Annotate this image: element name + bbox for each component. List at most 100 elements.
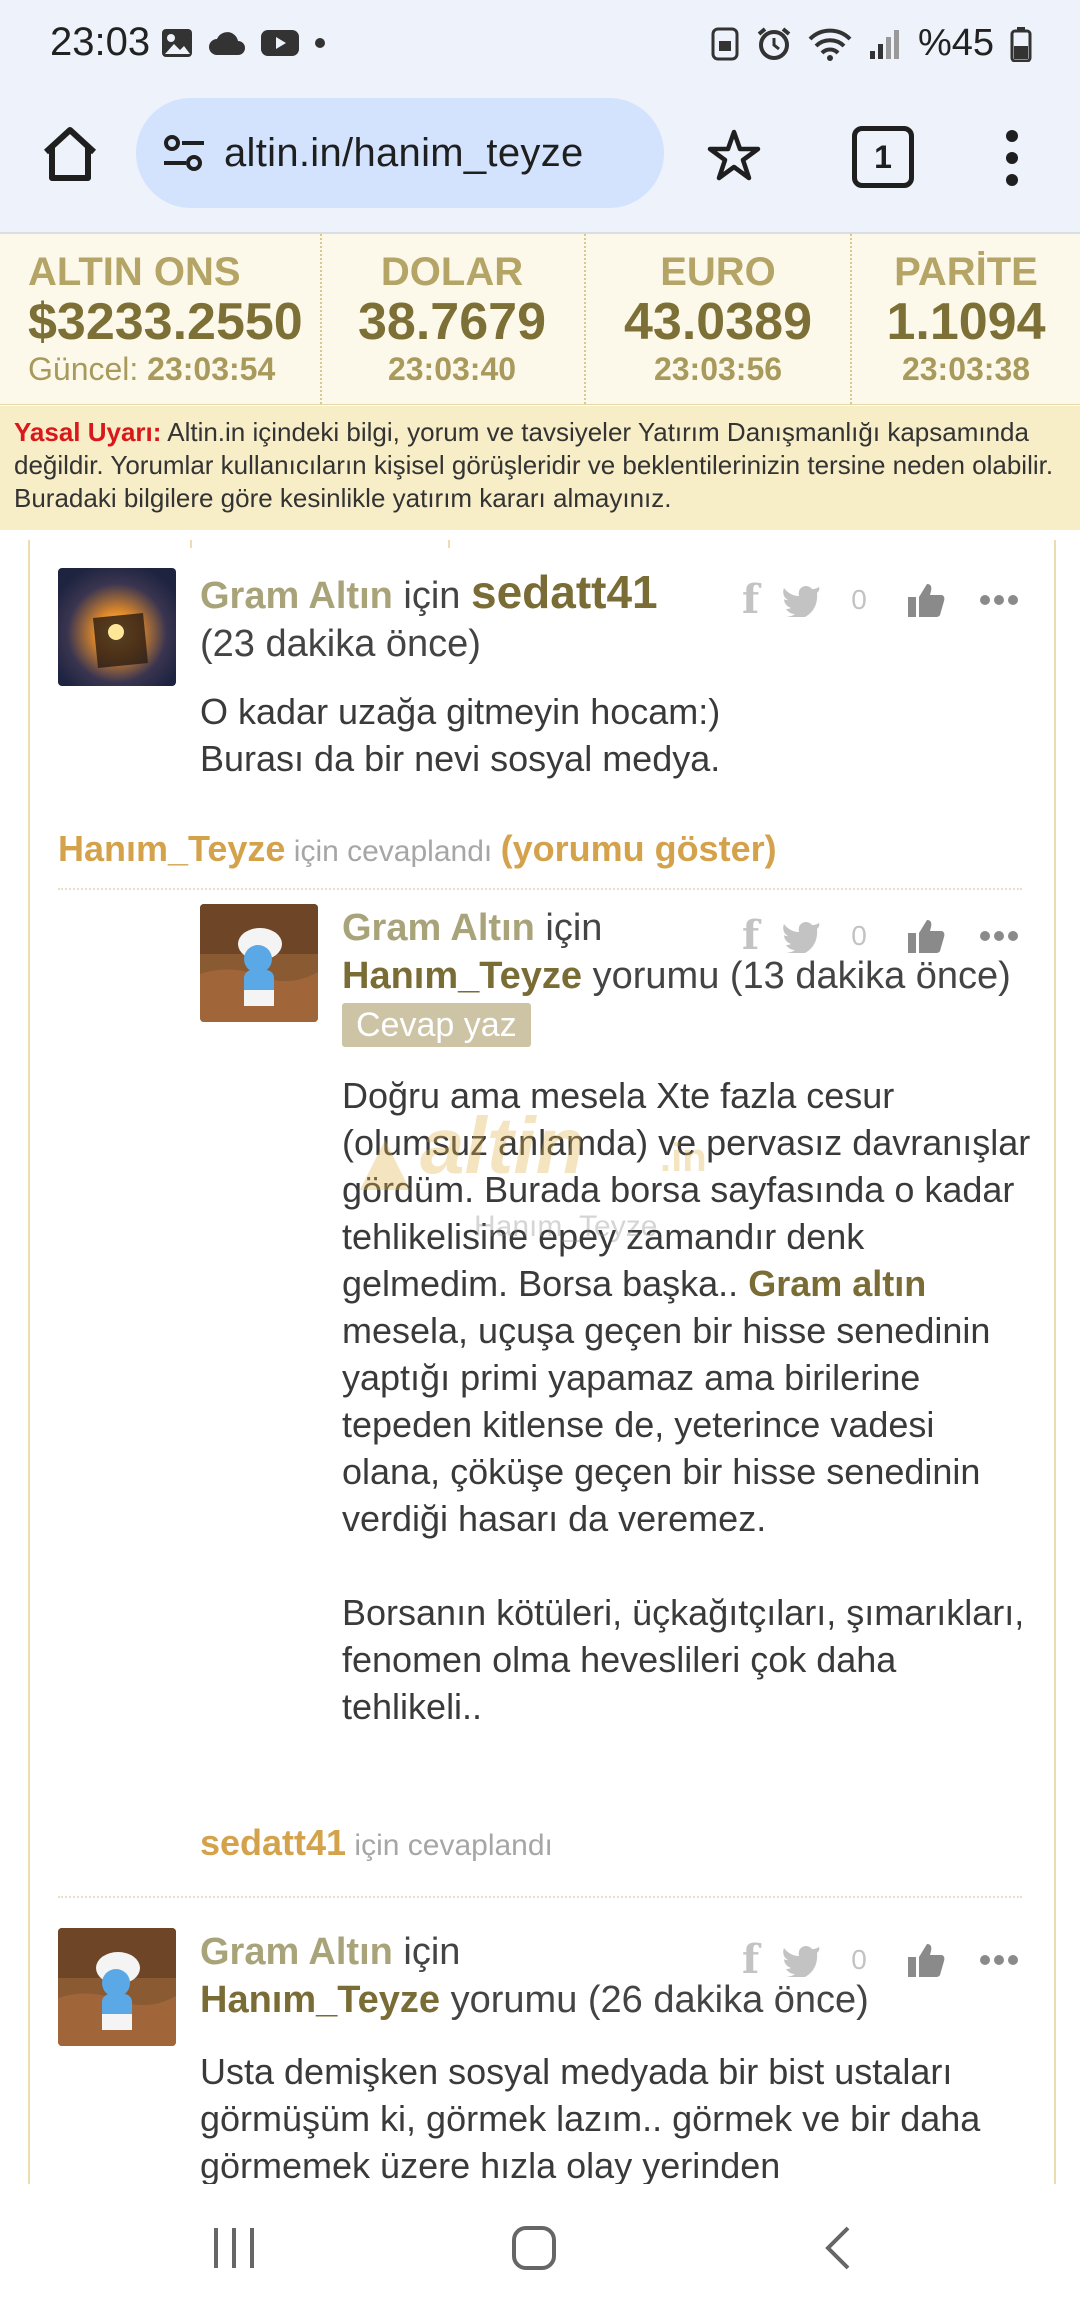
bookmark-star-icon[interactable] bbox=[706, 128, 762, 184]
home-nav-icon[interactable] bbox=[510, 2224, 558, 2272]
comment-actions: f 0 bbox=[742, 912, 1019, 959]
ticker-time: 23:03:38 bbox=[901, 351, 1031, 387]
more-options-icon[interactable] bbox=[979, 1954, 1019, 1966]
tabs-stub bbox=[190, 540, 450, 548]
comment-paragraph: Doğru ama mesela Xte fazla cesur (olumsu… bbox=[342, 1072, 1032, 1542]
replied-label: için cevaplandı bbox=[346, 1829, 553, 1862]
legal-warning-title: Yasal Uyarı: bbox=[14, 417, 162, 447]
ticker-time-value: 23:03:54 bbox=[147, 351, 276, 387]
reply-button[interactable]: Cevap yaz bbox=[342, 1003, 531, 1047]
status-time: 23:03 bbox=[50, 20, 151, 64]
wifi-icon bbox=[808, 28, 852, 61]
avatar[interactable] bbox=[58, 1928, 176, 2046]
twitter-share-icon[interactable] bbox=[781, 583, 821, 617]
comment-username-link[interactable]: Hanım_Teyze bbox=[200, 1979, 440, 2021]
separator bbox=[58, 888, 1022, 890]
ticker-time: Güncel: 23:03:54 bbox=[28, 350, 320, 388]
facebook-share-icon[interactable]: f bbox=[742, 576, 759, 623]
thumbs-up-icon[interactable] bbox=[907, 1942, 945, 1978]
avatar[interactable] bbox=[58, 568, 176, 686]
recent-apps-icon[interactable] bbox=[210, 2224, 258, 2272]
comment-category-link[interactable]: Gram Altın bbox=[342, 907, 535, 949]
ticker-value: 43.0389 bbox=[624, 293, 812, 351]
comment-category-link[interactable]: Gram Altın bbox=[200, 1931, 393, 1973]
twitter-share-icon[interactable] bbox=[781, 919, 821, 953]
more-options-icon[interactable] bbox=[979, 930, 1019, 942]
legal-warning-text: Altin.in içindeki bilgi, yorum ve tavsiy… bbox=[14, 417, 1054, 513]
like-count: 0 bbox=[851, 919, 867, 951]
more-options-icon[interactable] bbox=[979, 594, 1019, 606]
comment-actions: f 0 bbox=[742, 1936, 1019, 1983]
comment-meta: Gram Altın için sedatt41 (23 dakika önce… bbox=[200, 568, 760, 668]
tab-switcher-button[interactable]: 1 bbox=[852, 126, 914, 188]
home-icon[interactable] bbox=[38, 122, 102, 186]
ticker-gold-ounce[interactable]: ALTIN ONS $3233.2550 Güncel: 23:03:54 bbox=[0, 234, 322, 404]
browser-toolbar: altin.in/hanim_teyze 1 bbox=[0, 92, 1080, 234]
ticker-time: 23:03:56 bbox=[653, 351, 783, 387]
ticker-value: 38.7679 bbox=[358, 293, 546, 351]
url-text[interactable]: altin.in/hanim_teyze bbox=[224, 131, 584, 176]
cloud-icon bbox=[209, 32, 245, 55]
like-count: 0 bbox=[851, 1943, 867, 1975]
like-count: 0 bbox=[851, 583, 867, 615]
back-nav-icon[interactable] bbox=[818, 2224, 858, 2272]
comment-paragraph: Borsanın kötüleri, üçkağıtçıları, şımarı… bbox=[342, 1592, 1025, 1727]
alarm-icon bbox=[757, 26, 791, 60]
system-nav-bar bbox=[0, 2184, 1080, 2316]
battery-icon bbox=[1010, 26, 1032, 62]
price-ticker: ALTIN ONS $3233.2550 Güncel: 23:03:54 DO… bbox=[0, 234, 1080, 405]
ticker-label: DOLAR bbox=[380, 250, 524, 294]
comment-line: Burası da bir nevi sosyal medya. bbox=[200, 738, 721, 779]
ticker-euro[interactable]: EURO 43.0389 23:03:56 bbox=[586, 234, 852, 404]
comment-body: O kadar uzağa gitmeyin hocam:) Burası da… bbox=[200, 688, 1000, 782]
thumbs-up-icon[interactable] bbox=[907, 918, 945, 954]
ticker-dollar[interactable]: DOLAR 38.7679 23:03:40 bbox=[320, 234, 586, 404]
for-word: için bbox=[392, 1931, 461, 1973]
replied-to-line: Hanım_Teyze için cevaplandı (yorumu göst… bbox=[58, 828, 1018, 870]
avatar[interactable] bbox=[200, 904, 318, 1022]
address-bar[interactable]: altin.in/hanim_teyze bbox=[136, 98, 664, 208]
comment-time: yorumu (13 dakika önce) bbox=[582, 955, 1011, 997]
comment-time: yorumu (26 dakika önce) bbox=[440, 1979, 869, 2021]
ticker-label: EURO bbox=[660, 250, 776, 294]
show-comment-link[interactable]: (yorumu göster) bbox=[501, 828, 777, 869]
comment-username-link[interactable]: Hanım_Teyze bbox=[342, 955, 582, 997]
facebook-share-icon[interactable]: f bbox=[742, 912, 759, 959]
legal-warning: Yasal Uyarı: Altin.in içindeki bilgi, yo… bbox=[0, 406, 1080, 530]
comment-time: (23 dakika önce) bbox=[200, 623, 481, 665]
system-icons: %45 bbox=[710, 22, 1032, 65]
replied-username-link[interactable]: sedatt41 bbox=[200, 1822, 346, 1863]
for-word: için bbox=[534, 907, 603, 949]
ticker-label: PARİTE bbox=[894, 250, 1038, 294]
twitter-share-icon[interactable] bbox=[781, 1943, 821, 1977]
youtube-icon bbox=[261, 30, 299, 56]
replied-label: için cevaplandı bbox=[285, 835, 501, 868]
comment-header: Gram Altın için sedatt41 (23 dakika önce… bbox=[200, 568, 760, 668]
ticker-parity[interactable]: PARİTE 1.1094 23:03:38 bbox=[852, 234, 1080, 404]
comment-actions: f 0 bbox=[742, 576, 1019, 623]
notification-icons bbox=[160, 26, 326, 60]
site-settings-icon[interactable] bbox=[160, 129, 208, 177]
ticker-value: $3233.2550 bbox=[28, 293, 303, 351]
gallery-icon bbox=[162, 29, 192, 57]
comment-category-link[interactable]: Gram Altın bbox=[200, 575, 393, 617]
comment-text: Doğru ama mesela Xte fazla cesur (olumsu… bbox=[342, 1075, 1031, 1304]
comment-username-link[interactable]: sedatt41 bbox=[471, 566, 658, 618]
comment-body: Doğru ama mesela Xte fazla cesur (olumsu… bbox=[342, 1072, 1032, 1730]
thumbs-up-icon[interactable] bbox=[907, 582, 945, 618]
more-vert-icon[interactable] bbox=[1000, 128, 1024, 188]
avatar-sunset-image bbox=[58, 568, 176, 686]
gram-altin-link[interactable]: Gram altın bbox=[748, 1263, 926, 1304]
replied-username-link[interactable]: Hanım_Teyze bbox=[58, 828, 285, 869]
ticker-time-prefix: Güncel: bbox=[28, 351, 148, 387]
separator bbox=[58, 1896, 1022, 1898]
signal-icon bbox=[869, 29, 899, 59]
for-word: için bbox=[392, 575, 471, 617]
status-bar: 23:03 %45 bbox=[0, 0, 1080, 92]
comment-body: Usta demişken sosyal medyada bir bist us… bbox=[200, 2051, 981, 2184]
lock-rotate-icon bbox=[711, 27, 739, 60]
battery-percent: %45 bbox=[917, 22, 994, 64]
comment-text: mesela, uçuşa geçen bir hisse senedinin … bbox=[342, 1310, 991, 1539]
facebook-share-icon[interactable]: f bbox=[742, 1936, 759, 1983]
avatar-smurf-image bbox=[58, 1928, 176, 2046]
